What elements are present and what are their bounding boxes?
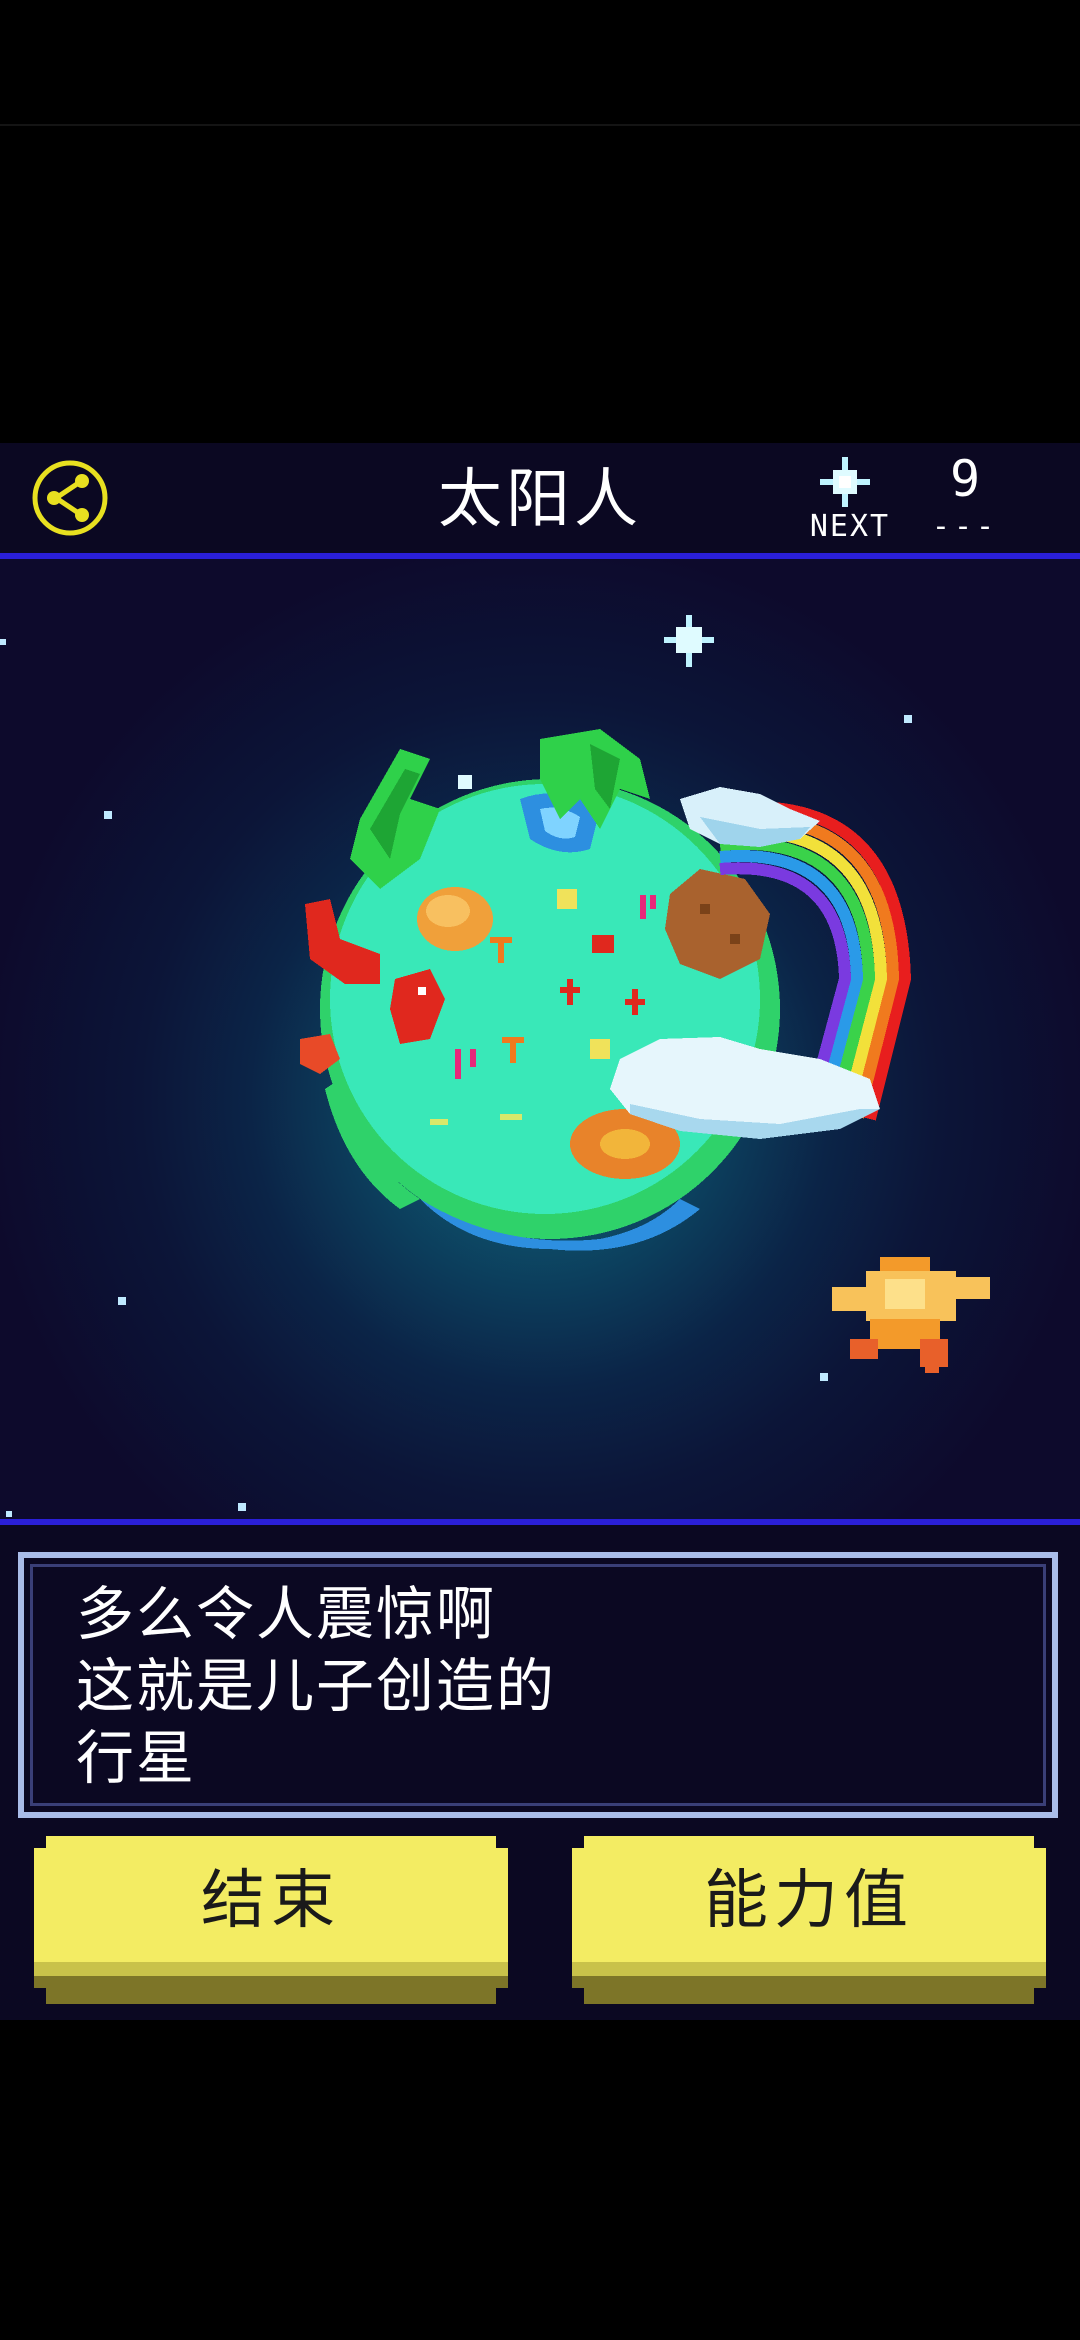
planet-name-title: 太阳人 [438,463,642,537]
dialog-line-3: 行星 [76,1724,197,1792]
end-button-shadow [34,1976,508,2004]
dialog-line-2: 这就是儿子创造的 [76,1652,557,1720]
next-label: NEXT [809,509,891,544]
next-indicator [818,455,872,509]
dialog-line-1: 多么令人震惊啊 [76,1580,497,1648]
game-screen: 太阳人 NEXT 9 --- 多么令人震惊啊 这就是儿子创造的 行星 结束 能力… [0,0,1080,2340]
end-button[interactable]: 结束 [34,1836,508,2004]
end-button-label: 结束 [201,1864,341,1938]
stats-button-shadow [572,1976,1046,2004]
status-bar-divider [0,124,1080,126]
sun-man-character[interactable] [832,1257,990,1373]
twinkle-star-icon [664,615,714,667]
share-icon [32,460,108,536]
message-dialog: 多么令人震惊啊 这就是儿子创造的 行星 [18,1552,1058,1818]
next-count-placeholder: --- [931,509,999,544]
stats-button[interactable]: 能力值 [572,1836,1046,2004]
share-button[interactable] [30,458,110,538]
sparkle-star-icon [820,457,870,507]
planet-scene[interactable] [0,559,1080,1519]
stats-button-label: 能力值 [704,1864,914,1938]
next-count: 9 [949,450,981,508]
